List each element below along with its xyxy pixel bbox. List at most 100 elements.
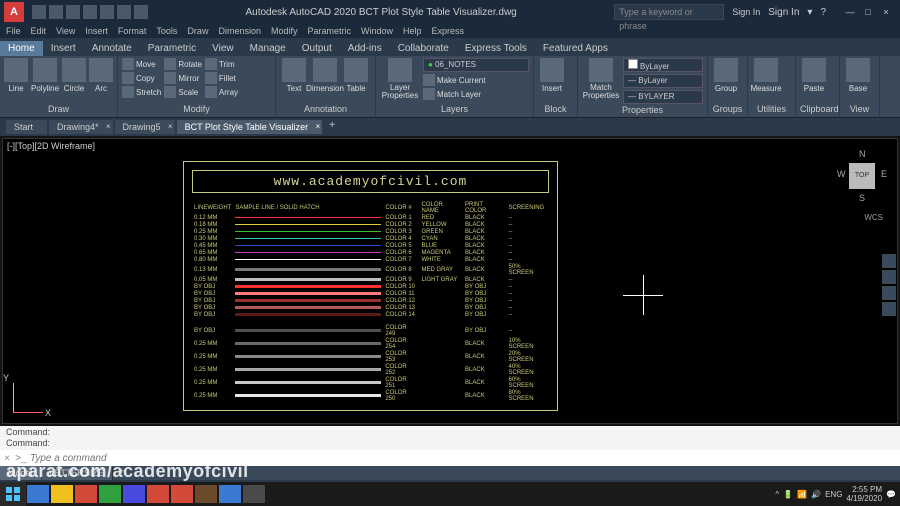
taskbar-app-icon[interactable] [195,485,217,503]
app-exchange-icon[interactable]: ▾ [807,7,812,18]
taskbar-app-icon[interactable] [123,485,145,503]
text-button[interactable]: Text [280,58,308,93]
battery-icon[interactable]: 🔋 [783,490,793,499]
model-viewport[interactable]: [-][Top][2D Wireframe] N S E W TOP WCS Y… [2,138,898,424]
menu-file[interactable]: File [6,26,21,36]
filetab-add-button[interactable]: + [324,120,340,134]
stretch-button[interactable]: Stretch [122,86,161,98]
tab-parametric[interactable]: Parametric [140,41,204,56]
qat-undo-icon[interactable] [117,5,131,19]
mirror-button[interactable]: Mirror [164,72,202,84]
qat-new-icon[interactable] [32,5,46,19]
tab-home[interactable]: Home [0,41,43,56]
array-button[interactable]: Array [205,86,238,98]
tab-add-ins[interactable]: Add-ins [340,41,390,56]
filetab-close-icon[interactable]: × [315,122,320,131]
fillet-button[interactable]: Fillet [205,72,238,84]
layout-add-button[interactable]: + [113,466,130,480]
line-button[interactable]: Line [4,58,28,93]
app-logo[interactable]: A [4,2,24,22]
qat-saveas-icon[interactable] [83,5,97,19]
filetab[interactable]: Drawing5× [115,120,175,134]
menu-tools[interactable]: Tools [156,26,177,36]
zoom-icon[interactable] [882,286,896,300]
make-current-button[interactable]: Make Current [423,74,529,86]
tab-output[interactable]: Output [294,41,340,56]
pan-icon[interactable] [882,270,896,284]
scale-button[interactable]: Scale [164,86,202,98]
menu-view[interactable]: View [56,26,75,36]
taskbar-app-icon[interactable] [171,485,193,503]
tab-collaborate[interactable]: Collaborate [390,41,457,56]
maximize-button[interactable]: □ [860,5,876,19]
taskbar-app-icon[interactable] [75,485,97,503]
start-button[interactable] [0,482,26,506]
tab-express-tools[interactable]: Express Tools [457,41,535,56]
tab-featured-apps[interactable]: Featured Apps [535,41,616,56]
wifi-icon[interactable]: 📶 [797,490,807,499]
color-dropdown[interactable]: ByLayer [623,58,703,72]
filetab[interactable]: BCT Plot Style Table Visualizer× [177,120,323,134]
minimize-button[interactable]: — [842,5,858,19]
move-button[interactable]: Move [122,58,161,70]
filetab[interactable]: Start [6,120,47,134]
lineweight-dropdown[interactable]: — BYLAYER [623,90,703,104]
tab-manage[interactable]: Manage [242,41,294,56]
menu-parametric[interactable]: Parametric [308,26,352,36]
match-layer-button[interactable]: Match Layer [423,88,529,100]
command-input[interactable] [28,453,900,464]
match-properties-button[interactable]: Match Properties [582,58,620,100]
menu-window[interactable]: Window [361,26,393,36]
lang-indicator[interactable]: ENG [825,490,842,499]
taskbar-app-icon[interactable] [147,485,169,503]
qat-save-icon[interactable] [66,5,80,19]
base-button[interactable]: Base [844,58,872,93]
dimension-button[interactable]: Dimension [311,58,339,93]
table-button[interactable]: Table [342,58,370,93]
menu-help[interactable]: Help [403,26,422,36]
qat-plot-icon[interactable] [100,5,114,19]
cmd-close-icon[interactable]: × [0,453,14,464]
linetype-dropdown[interactable]: — ByLayer [623,74,703,88]
rotate-button[interactable]: Rotate [164,58,202,70]
circle-button[interactable]: Circle [62,58,86,93]
paste-button[interactable]: Paste [800,58,828,93]
help-search-input[interactable]: Type a keyword or phrase [614,4,724,20]
qat-open-icon[interactable] [49,5,63,19]
menu-format[interactable]: Format [118,26,147,36]
notifications-icon[interactable]: 💬 [886,490,896,499]
menu-insert[interactable]: Insert [85,26,108,36]
layer-properties-button[interactable]: Layer Properties [380,58,420,100]
menu-draw[interactable]: Draw [187,26,208,36]
measure-button[interactable]: Measure [752,58,780,93]
layout-tab[interactable]: LETTERSIZE [42,466,114,480]
polyline-button[interactable]: Polyline [31,58,59,93]
viewport-label[interactable]: [-][Top][2D Wireframe] [7,141,95,151]
taskbar-app-icon[interactable] [27,485,49,503]
command-line[interactable]: × >_ [0,450,900,466]
system-clock[interactable]: 2:55 PM4/19/2020 [846,485,882,503]
layer-dropdown[interactable]: ● 06_NOTES [423,58,529,72]
insert-button[interactable]: Insert [538,58,566,93]
menu-express[interactable]: Express [432,26,465,36]
tab-annotate[interactable]: Annotate [84,41,140,56]
viewcube[interactable]: N S E W TOP [837,149,887,209]
copy-button[interactable]: Copy [122,72,161,84]
taskbar-app-icon[interactable] [51,485,73,503]
layout-tab[interactable]: Model [0,466,42,480]
close-button[interactable]: × [878,5,894,19]
filetab-close-icon[interactable]: × [106,122,111,131]
filetab-close-icon[interactable]: × [168,122,173,131]
nav-wheel-icon[interactable] [882,254,896,268]
trim-button[interactable]: Trim [205,58,238,70]
signin-link[interactable]: Sign In [732,7,760,17]
orbit-icon[interactable] [882,302,896,316]
volume-icon[interactable]: 🔊 [811,490,821,499]
taskbar-app-icon[interactable] [243,485,265,503]
qat-redo-icon[interactable] [134,5,148,19]
group-button[interactable]: Group [712,58,740,93]
menu-modify[interactable]: Modify [271,26,298,36]
filetab[interactable]: Drawing4*× [49,120,113,134]
signin-text[interactable]: Sign In [768,7,799,18]
menu-edit[interactable]: Edit [31,26,47,36]
